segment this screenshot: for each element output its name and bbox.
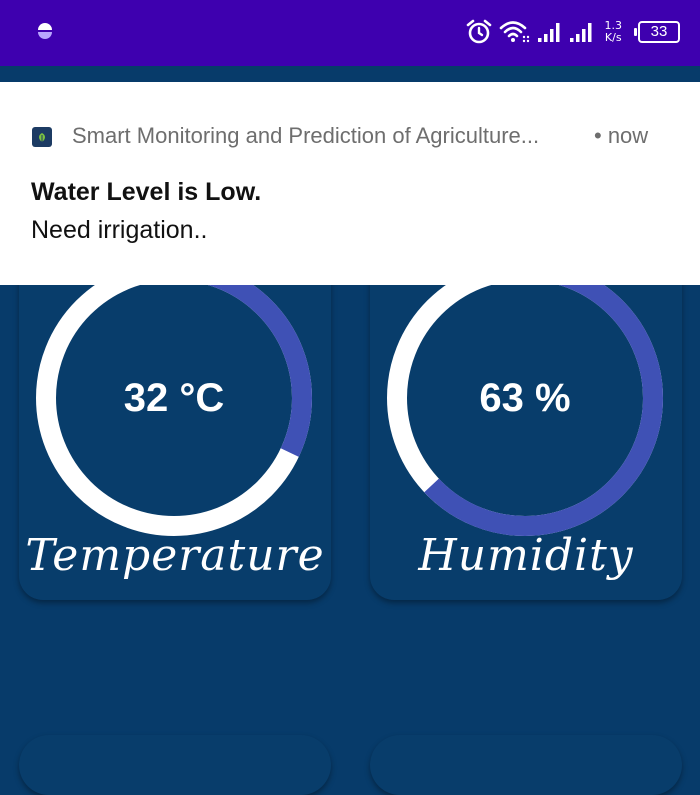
humidity-card[interactable]: 63 % Humidity bbox=[370, 260, 682, 600]
sensor-card-partial[interactable] bbox=[370, 735, 682, 795]
status-icons: 1.3 K/s 33 bbox=[465, 14, 680, 50]
temperature-card[interactable]: 32 °C Temperature bbox=[19, 260, 331, 600]
battery-icon: 33 bbox=[634, 21, 680, 43]
status-bar: 1.3 K/s 33 bbox=[0, 0, 700, 66]
leaf-icon bbox=[39, 133, 45, 142]
notification-time: • now bbox=[594, 123, 649, 148]
app-dot-icon bbox=[38, 23, 52, 39]
network-speed-unit: K/s bbox=[604, 31, 622, 44]
wifi-icon bbox=[499, 21, 529, 43]
temperature-value: 32 °C bbox=[123, 375, 225, 420]
signal-icon bbox=[537, 23, 559, 42]
network-speed: 1.3 K/s bbox=[605, 20, 623, 44]
signal-icon bbox=[569, 23, 591, 42]
temperature-label: Temperature bbox=[25, 530, 325, 581]
humidity-label: Humidity bbox=[418, 530, 634, 581]
notification-title: Water Level is Low. bbox=[31, 178, 262, 206]
battery-level: 33 bbox=[650, 23, 668, 40]
humidity-value: 63 % bbox=[479, 375, 571, 420]
notification-banner[interactable]: Smart Monitoring and Prediction of Agric… bbox=[0, 82, 700, 285]
alarm-icon bbox=[466, 19, 491, 44]
sensor-card-partial[interactable] bbox=[19, 735, 331, 795]
notification-app-name: Smart Monitoring and Prediction of Agric… bbox=[72, 123, 540, 148]
notification-body: Need irrigation.. bbox=[31, 216, 208, 244]
app-leaf-icon bbox=[32, 127, 52, 147]
